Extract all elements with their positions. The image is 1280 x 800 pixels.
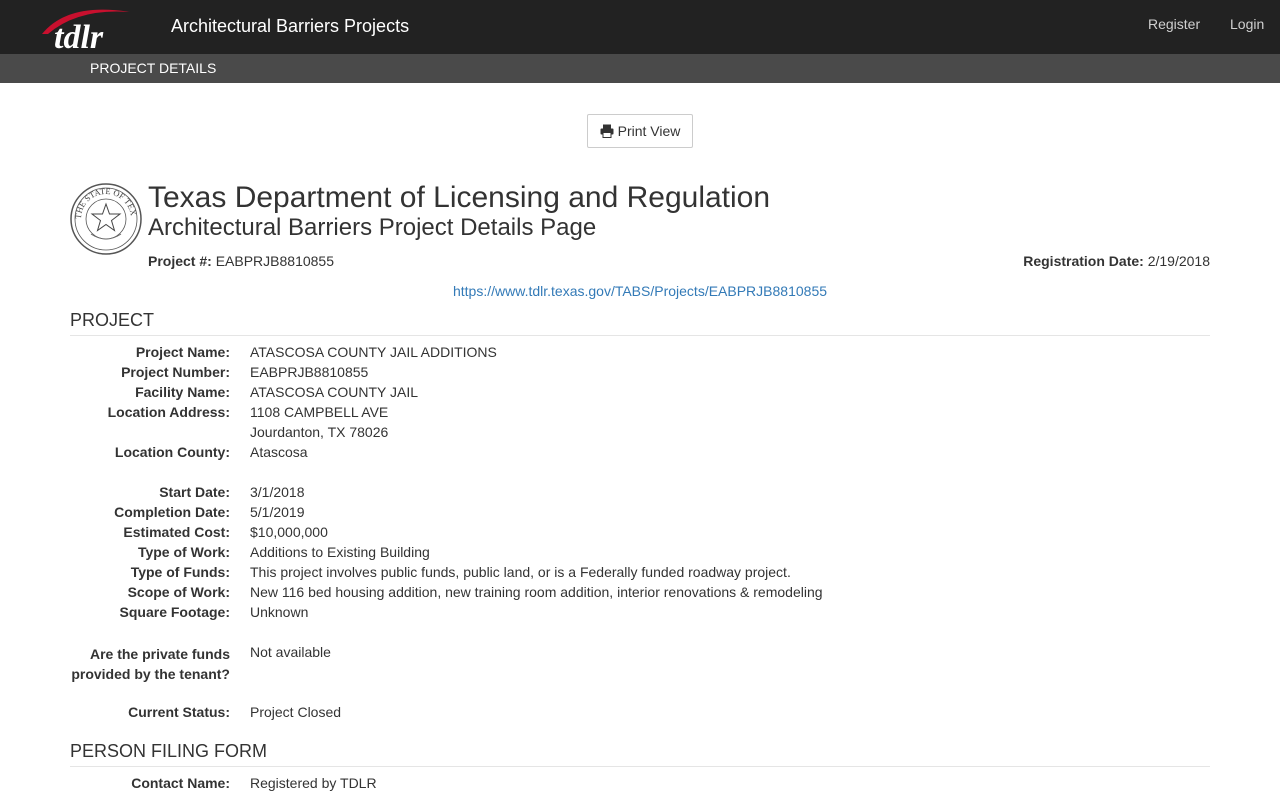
contact-name-label: Contact Name:	[131, 775, 230, 791]
print-view-button[interactable]: Print View	[587, 114, 693, 148]
texas-seal-icon: THE STATE OF TEXAS	[69, 182, 142, 255]
page-subtitle: Architectural Barriers Project Details P…	[148, 214, 597, 241]
estimated-cost-row: Estimated Cost: $10,000,000	[0, 524, 1280, 544]
person-filing-section-heading: PERSON FILING FORM	[70, 741, 1210, 767]
project-number-label: Project Number:	[121, 364, 230, 380]
scope-of-work-value: New 116 bed housing addition, new traini…	[250, 584, 823, 600]
estimated-cost-label: Estimated Cost:	[123, 524, 230, 540]
type-of-work-label: Type of Work:	[137, 544, 230, 560]
sub-navbar: PROJECT DETAILS	[0, 54, 1280, 83]
location-address-line2: Jourdanton, TX 78026	[250, 424, 389, 440]
completion-date-value: 5/1/2019	[250, 504, 305, 520]
location-address-label: Location Address:	[107, 404, 230, 420]
scope-of-work-label: Scope of Work:	[127, 584, 230, 600]
top-navbar: tdlr Architectural Barriers Projects Reg…	[0, 0, 1280, 54]
square-footage-label: Square Footage:	[119, 604, 230, 620]
register-link[interactable]: Register	[1148, 16, 1200, 32]
registration-date-value: 2/19/2018	[1147, 253, 1210, 269]
contact-name-value: Registered by TDLR	[250, 775, 377, 791]
registration-date-meta: Registration Date: 2/19/2018	[1023, 253, 1210, 269]
square-footage-row: Square Footage: Unknown	[0, 604, 1280, 624]
project-number-meta: Project #: EABPRJB8810855	[148, 253, 334, 269]
type-of-funds-label: Type of Funds:	[130, 564, 230, 580]
facility-name-label: Facility Name:	[135, 384, 230, 400]
project-number-row: Project Number: EABPRJB8810855	[0, 364, 1280, 384]
project-name-row: Project Name: ATASCOSA COUNTY JAIL ADDIT…	[0, 344, 1280, 364]
location-county-value: Atascosa	[250, 444, 308, 460]
location-address-row: Location Address: 1108 CAMPBELL AVE	[0, 404, 1280, 424]
facility-name-value: ATASCOSA COUNTY JAIL	[250, 384, 419, 400]
start-date-value: 3/1/2018	[250, 484, 305, 500]
type-of-funds-value: This project involves public funds, publ…	[250, 564, 791, 580]
current-status-value: Project Closed	[250, 704, 342, 720]
registration-date-label: Registration Date:	[1023, 253, 1144, 269]
start-date-row: Start Date: 3/1/2018	[0, 484, 1280, 504]
type-of-work-row: Type of Work: Additions to Existing Buil…	[0, 544, 1280, 564]
project-name-label: Project Name:	[135, 344, 230, 360]
logo-text: tdlr	[54, 19, 104, 52]
project-section-heading: PROJECT	[70, 310, 1210, 336]
login-link[interactable]: Login	[1230, 16, 1264, 32]
private-funds-value: Not available	[250, 644, 331, 660]
completion-date-label: Completion Date:	[114, 504, 230, 520]
private-funds-label-line2: provided by the tenant?	[71, 666, 230, 682]
scope-of-work-row: Scope of Work: New 116 bed housing addit…	[0, 584, 1280, 604]
completion-date-row: Completion Date: 5/1/2019	[0, 504, 1280, 524]
project-name-value: ATASCOSA COUNTY JAIL ADDITIONS	[250, 344, 497, 360]
app-title[interactable]: Architectural Barriers Projects	[171, 16, 409, 37]
tdlr-logo[interactable]: tdlr	[38, 4, 138, 52]
contact-name-row: Contact Name: Registered by TDLR	[0, 775, 1280, 795]
private-funds-row: Not available	[0, 644, 1280, 664]
current-status-row: Current Status: Project Closed	[0, 704, 1280, 724]
current-status-label: Current Status:	[128, 704, 230, 720]
location-address-row-2: Jourdanton, TX 78026	[0, 424, 1280, 444]
facility-name-row: Facility Name: ATASCOSA COUNTY JAIL	[0, 384, 1280, 404]
location-county-row: Location County: Atascosa	[0, 444, 1280, 464]
tab-project-details[interactable]: PROJECT DETAILS	[90, 60, 216, 76]
print-view-label: Print View	[617, 123, 681, 139]
project-url-link[interactable]: https://www.tdlr.texas.gov/TABS/Projects…	[0, 283, 1280, 299]
type-of-work-value: Additions to Existing Building	[250, 544, 430, 560]
start-date-label: Start Date:	[159, 484, 230, 500]
location-county-label: Location County:	[114, 444, 230, 460]
project-number-meta-value: EABPRJB8810855	[215, 253, 335, 269]
project-number-value: EABPRJB8810855	[250, 364, 369, 380]
estimated-cost-value: $10,000,000	[250, 524, 328, 540]
printer-icon	[600, 124, 614, 138]
type-of-funds-row: Type of Funds: This project involves pub…	[0, 564, 1280, 584]
project-number-meta-label: Project #:	[148, 253, 212, 269]
square-footage-value: Unknown	[250, 604, 309, 620]
location-address-line1: 1108 CAMPBELL AVE	[250, 404, 389, 420]
org-title: Texas Department of Licensing and Regula…	[148, 181, 771, 214]
